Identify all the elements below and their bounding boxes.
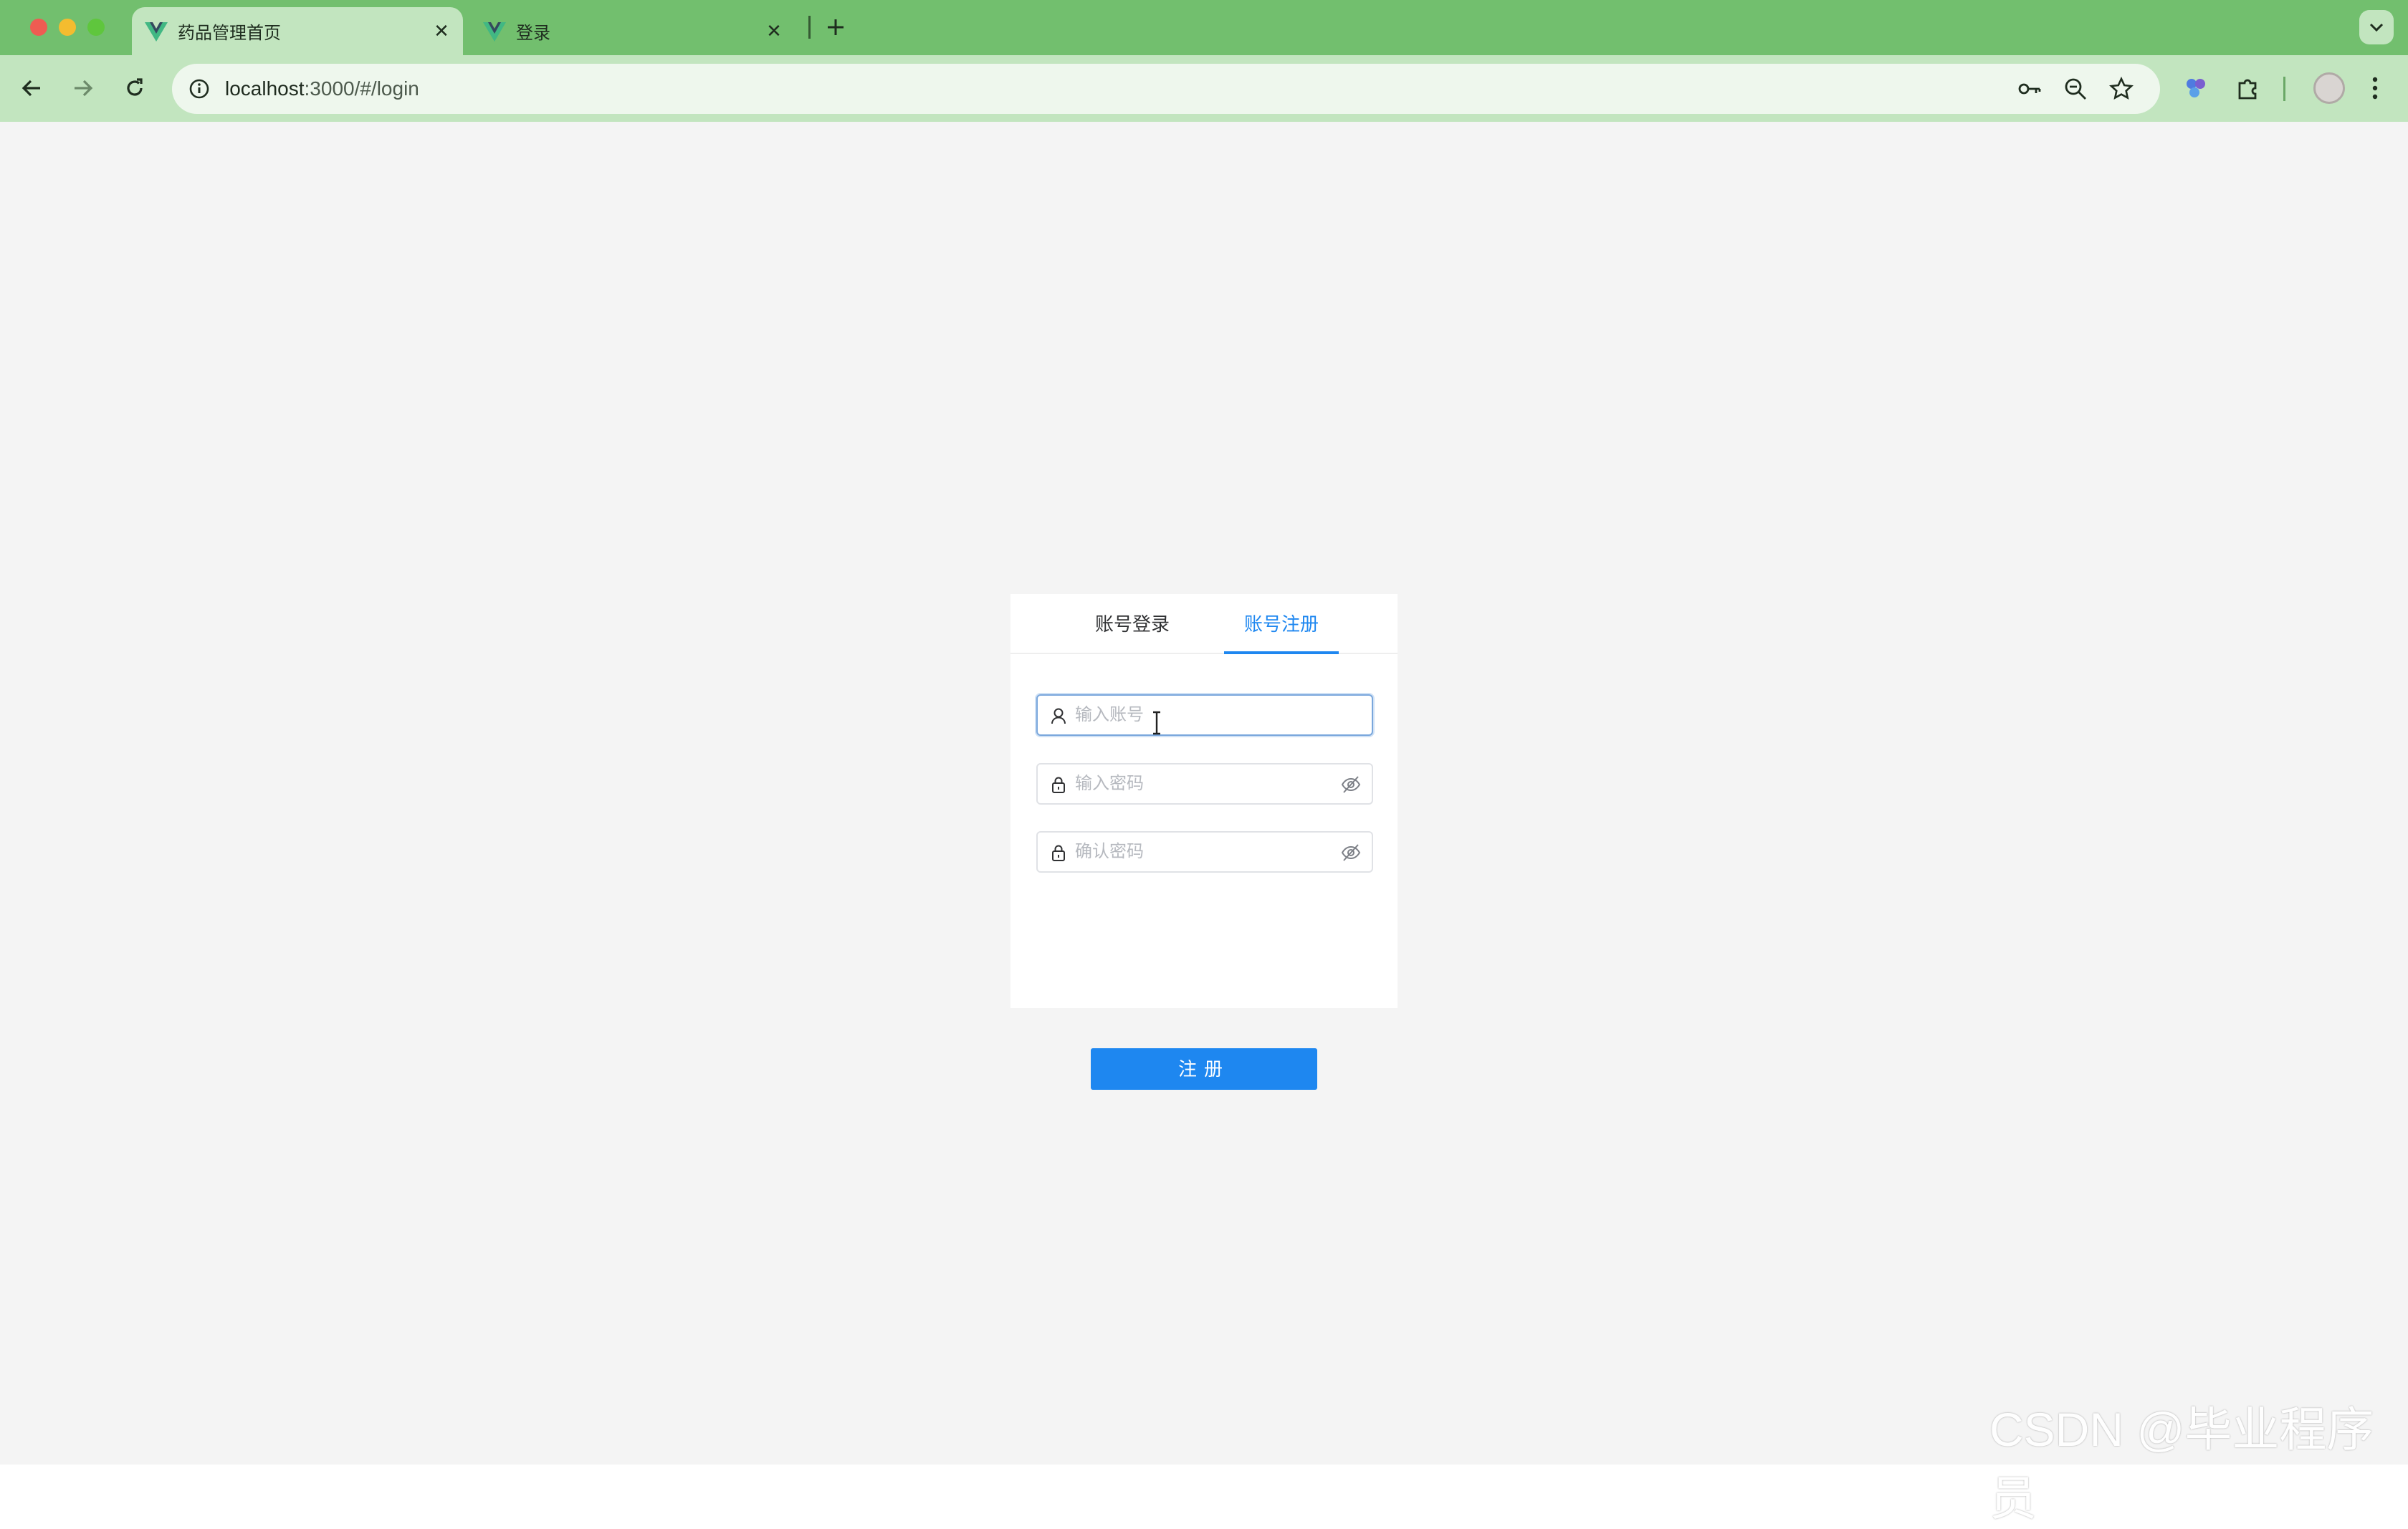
site-info-icon[interactable] <box>183 73 215 105</box>
auth-tabs: 账号登录 账号注册 <box>1010 594 1398 654</box>
chevron-down-icon <box>2369 23 2384 32</box>
back-button[interactable] <box>14 71 49 105</box>
reload-button[interactable] <box>118 71 152 105</box>
toolbar-divider <box>2283 77 2285 101</box>
password-key-icon[interactable] <box>2017 76 2042 102</box>
zoom-icon[interactable] <box>2063 76 2088 102</box>
lock-icon <box>1052 777 1065 793</box>
vue-logo-icon <box>483 21 506 42</box>
vue-logo-icon <box>145 21 168 42</box>
browser-tab-active[interactable]: 药品管理首页 ✕ <box>132 7 463 55</box>
maximize-window-button[interactable] <box>87 19 105 36</box>
password-field[interactable] <box>1036 763 1373 805</box>
account-field[interactable] <box>1036 694 1373 736</box>
url-path: :3000/#/login <box>304 77 419 100</box>
close-tab-icon[interactable]: ✕ <box>761 19 787 44</box>
minimize-window-button[interactable] <box>59 19 76 36</box>
confirm-password-field[interactable] <box>1036 831 1373 873</box>
browser-tab-bar: 药品管理首页 ✕ 登录 ✕ <box>0 0 2408 55</box>
bookmark-star-icon[interactable] <box>2108 76 2134 102</box>
reload-icon <box>127 78 143 96</box>
active-tab-indicator <box>1224 651 1339 654</box>
watermark-text: CSDN @毕业程序员 <box>1989 1403 2374 1525</box>
tab-title: 登录 <box>516 24 550 43</box>
account-input[interactable] <box>1074 696 1332 734</box>
page-content: 账号登录 账号注册 注册 CSDN @毕业程序员 <box>0 122 2408 1525</box>
lock-icon <box>1052 845 1065 861</box>
url-text[interactable]: localhost:3000/#/login <box>225 64 419 114</box>
password-input[interactable] <box>1074 764 1332 803</box>
eye-off-icon[interactable] <box>1340 775 1362 795</box>
extensions-puzzle-icon[interactable] <box>2230 71 2265 105</box>
text-cursor-icon <box>1153 711 1160 735</box>
close-window-button[interactable] <box>30 19 47 36</box>
register-button[interactable]: 注册 <box>1091 1048 1317 1090</box>
tab-account-login[interactable]: 账号登录 <box>1082 594 1182 654</box>
profile-avatar-icon[interactable] <box>2313 72 2345 104</box>
arrow-right-icon <box>75 80 93 97</box>
forward-button[interactable] <box>66 71 100 105</box>
url-host: localhost <box>225 77 305 100</box>
tab-search-button[interactable] <box>2359 10 2394 44</box>
address-bar[interactable]: localhost:3000/#/login <box>172 64 2160 114</box>
browser-tab[interactable]: 登录 ✕ <box>470 7 796 55</box>
new-tab-icon[interactable] <box>821 13 850 42</box>
browser-toolbar: localhost:3000/#/login <box>0 55 2408 122</box>
auth-card: 账号登录 账号注册 注册 <box>1010 594 1398 1090</box>
extension-colorful-icon[interactable] <box>2179 71 2213 105</box>
eye-off-icon[interactable] <box>1340 843 1362 863</box>
close-tab-icon[interactable]: ✕ <box>429 19 454 44</box>
more-menu-icon[interactable] <box>2358 71 2392 105</box>
tab-account-register[interactable]: 账号注册 <box>1224 594 1339 654</box>
user-icon <box>1051 708 1066 724</box>
tab-title: 药品管理首页 <box>178 24 281 43</box>
tab-separator <box>808 16 811 39</box>
arrow-left-icon <box>22 80 40 97</box>
confirm-password-input[interactable] <box>1074 833 1332 871</box>
